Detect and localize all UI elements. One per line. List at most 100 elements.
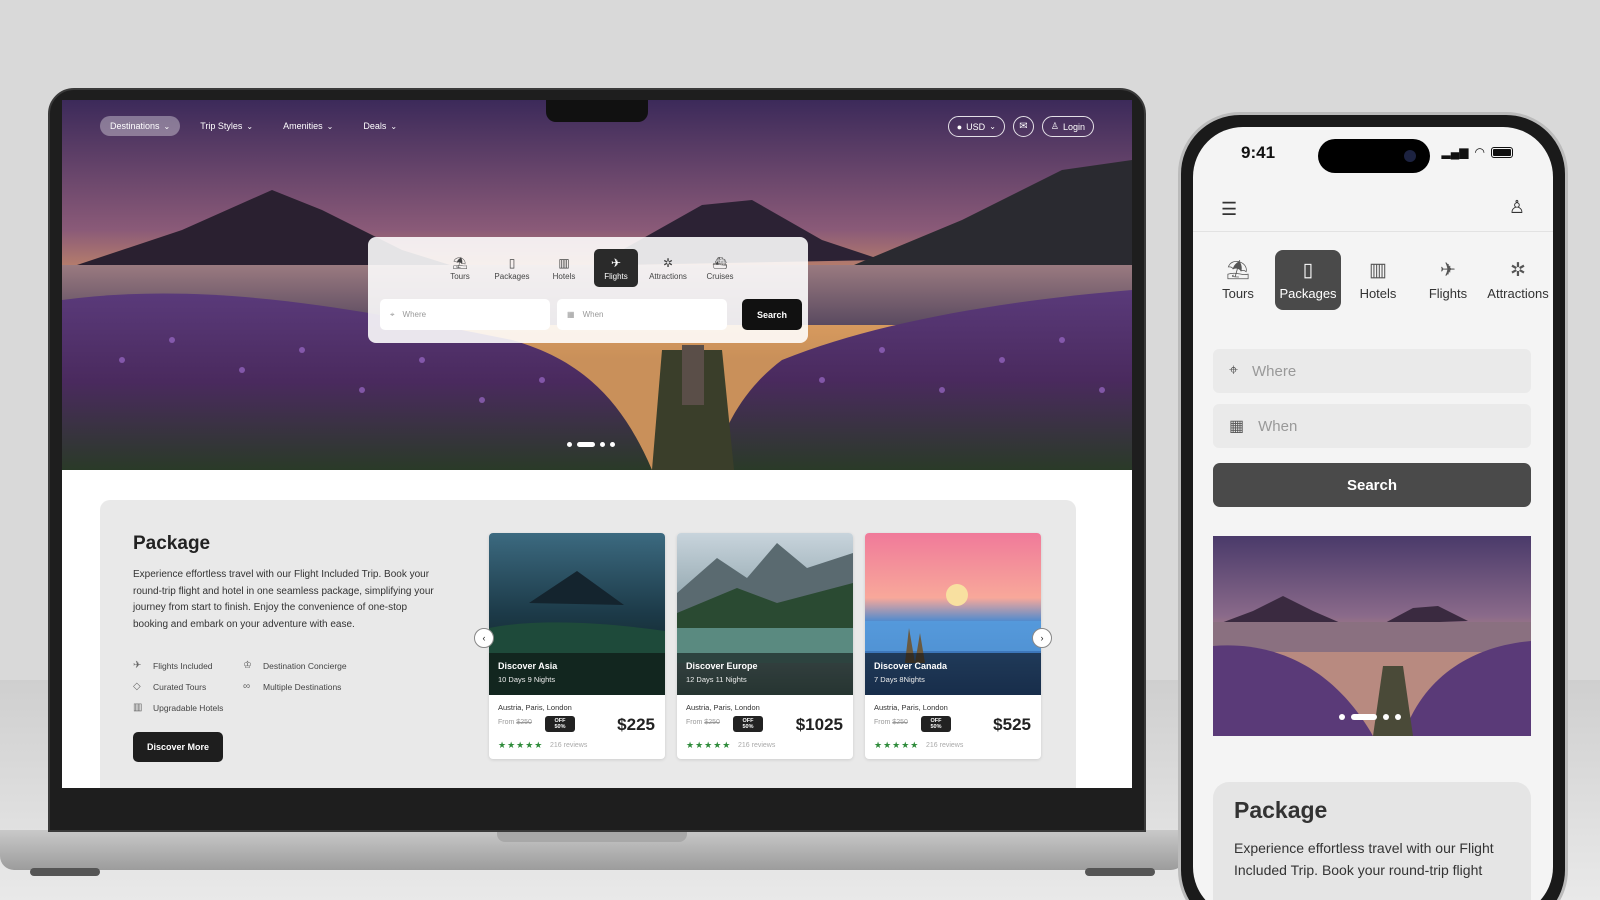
search-button[interactable]: Search — [1213, 463, 1531, 507]
chevron-left-icon: ‹ — [482, 633, 486, 643]
hotel-icon: ▥ — [1369, 259, 1387, 281]
feature-flights-included: ✈ Flights Included — [133, 660, 213, 671]
tab-attractions[interactable]: ✲ Attractions — [1485, 250, 1551, 310]
chevron-down-icon: ⌄ — [326, 121, 334, 131]
nav-trip-styles-label: Trip Styles — [200, 121, 243, 131]
nav-destinations[interactable]: Destinations ⌄ — [100, 116, 181, 136]
feature-label: Flights Included — [153, 660, 213, 671]
package-title: Package — [1234, 797, 1328, 823]
package-description: Experience effortless travel with our Fl… — [133, 569, 434, 630]
tab-cruises[interactable]: ⛴ Cruises — [698, 249, 742, 287]
laptop-screen: Destinations ⌄ Trip Styles ⌄ Amenities ⌄ De… — [62, 100, 1132, 788]
carousel-dot[interactable] — [1383, 714, 1389, 720]
nav-trip-styles[interactable]: Trip Styles ⌄ — [190, 116, 263, 136]
tab-packages[interactable]: ▯ Packages — [1275, 250, 1341, 310]
carousel-prev-button[interactable]: ‹ — [474, 628, 494, 648]
where-input[interactable]: ⌖ Where — [1213, 349, 1531, 393]
when-input[interactable]: ▦ When — [1213, 404, 1531, 448]
nav-deals[interactable]: Deals ⌄ — [353, 116, 407, 136]
us-flag-icon: ● — [956, 121, 963, 132]
luggage-icon: ▯ — [508, 255, 516, 270]
search-widget: ⛱ Tours ▯ Packages ▥ Hotels ✈ Flights ✲ Attra… — [368, 237, 808, 343]
tab-hotels[interactable]: ▥ Hotels — [1345, 250, 1411, 310]
search-category-tabs: ⛱ Tours ▯ Packages ▥ Hotels ✈ Flights ✲ Attra… — [438, 249, 742, 287]
hamburger-menu-icon[interactable]: ☰ — [1221, 199, 1237, 220]
when-input[interactable]: ▦ When — [557, 299, 727, 330]
tab-flights[interactable]: ✈ Flights — [594, 249, 638, 287]
tab-attractions-label: Attractions — [1487, 285, 1549, 301]
card-price: $225 — [617, 715, 655, 734]
when-placeholder: When — [582, 310, 604, 319]
package-card-canada[interactable]: Discover Canada 7 Days 8Nights Austria, … — [865, 533, 1041, 759]
feature-upgradable-hotels: ▥ Upgradable Hotels — [133, 702, 223, 713]
badge-bottom: 50% — [742, 724, 754, 730]
tab-attractions[interactable]: ✲ Attractions — [646, 249, 690, 287]
from-label: From — [498, 719, 515, 726]
battery-icon — [1491, 146, 1513, 158]
search-button[interactable]: Search — [742, 299, 802, 330]
laptop-camera-notch — [546, 100, 648, 122]
carousel-dot[interactable] — [600, 442, 605, 447]
tab-attractions-label: Attractions — [649, 271, 687, 281]
currency-selector[interactable]: ● USD ⌄ — [947, 116, 1005, 137]
login-button[interactable]: ♙ Login — [1041, 116, 1094, 137]
user-icon: ♙ — [1050, 121, 1059, 131]
tag-icon: ◇ — [133, 681, 141, 692]
where-input[interactable]: ⌖ Where — [380, 299, 550, 330]
tab-tours[interactable]: ⛱ Tours — [438, 249, 482, 287]
where-placeholder: Where — [402, 310, 427, 319]
signal-icon: ▂▄▆ — [1441, 145, 1469, 159]
card-from-price: From $250 — [874, 719, 908, 726]
phone-hero-carousel — [1213, 536, 1531, 736]
old-price: $250 — [892, 719, 908, 726]
tab-packages-label: Packages — [494, 271, 530, 281]
carousel-dot[interactable] — [1395, 714, 1401, 720]
dynamic-island — [1318, 139, 1430, 173]
review-count: 216 reviews — [738, 742, 776, 749]
feature-destination-concierge: ♔ Destination Concierge — [243, 660, 347, 671]
tab-tours[interactable]: ⛱ Tours — [1205, 250, 1271, 310]
hotel-icon: ▥ — [133, 702, 143, 713]
carousel-dot-active[interactable] — [1351, 714, 1377, 720]
when-placeholder: When — [1258, 417, 1298, 435]
package-description: Experience effortless travel with our Fl… — [1234, 840, 1494, 878]
carousel-indicator — [567, 442, 615, 447]
badge-bottom: 50% — [930, 724, 942, 730]
feature-curated-tours: ◇ Curated Tours — [133, 681, 206, 692]
tab-packages[interactable]: ▯ Packages — [490, 249, 534, 287]
package-card-asia[interactable]: Discover Asia 10 Days 9 Nights Austria, … — [489, 533, 665, 759]
laptop-foot-right — [1085, 868, 1155, 876]
profile-icon[interactable]: ♙ — [1509, 197, 1525, 218]
carousel-dot[interactable] — [610, 442, 615, 447]
carousel-next-button[interactable]: › — [1032, 628, 1052, 648]
mail-icon: ✉ — [1019, 121, 1028, 132]
palm-tree-icon: ⛱ — [1225, 259, 1251, 281]
tab-flights[interactable]: ✈ Flights — [1415, 250, 1481, 310]
chevron-right-icon: › — [1040, 633, 1044, 643]
carousel-dot[interactable] — [567, 442, 572, 447]
card-title: Discover Asia — [498, 661, 558, 671]
card-duration: 7 Days 8Nights — [874, 675, 925, 684]
nav-destinations-label: Destinations — [110, 121, 160, 131]
tab-packages-label: Packages — [1279, 285, 1337, 301]
feature-label: Destination Concierge — [263, 660, 347, 671]
tab-hotels[interactable]: ▥ Hotels — [542, 249, 586, 287]
review-count: 216 reviews — [926, 742, 964, 749]
where-placeholder: Where — [1252, 362, 1297, 380]
messages-button[interactable]: ✉ — [1012, 116, 1034, 137]
location-pin-icon: ⌖ — [390, 309, 395, 319]
card-price: $525 — [993, 715, 1031, 734]
package-card-europe[interactable]: Discover Europe 12 Days 11 Nights Austri… — [677, 533, 853, 759]
discover-more-button[interactable]: Discover More — [133, 732, 223, 762]
package-title: Package — [133, 533, 211, 554]
route-icon: ∞ — [243, 681, 251, 692]
header-divider — [1193, 231, 1553, 232]
tab-flights-label: Flights — [1428, 285, 1468, 301]
carousel-dot-active[interactable] — [577, 442, 595, 447]
chevron-down-icon: ⌄ — [989, 122, 996, 131]
tab-tours-label: Tours — [450, 271, 470, 281]
nav-amenities[interactable]: Amenities ⌄ — [273, 116, 343, 136]
concierge-icon: ♔ — [243, 660, 252, 671]
wifi-icon: ◠ — [1474, 145, 1485, 159]
carousel-dot[interactable] — [1339, 714, 1345, 720]
